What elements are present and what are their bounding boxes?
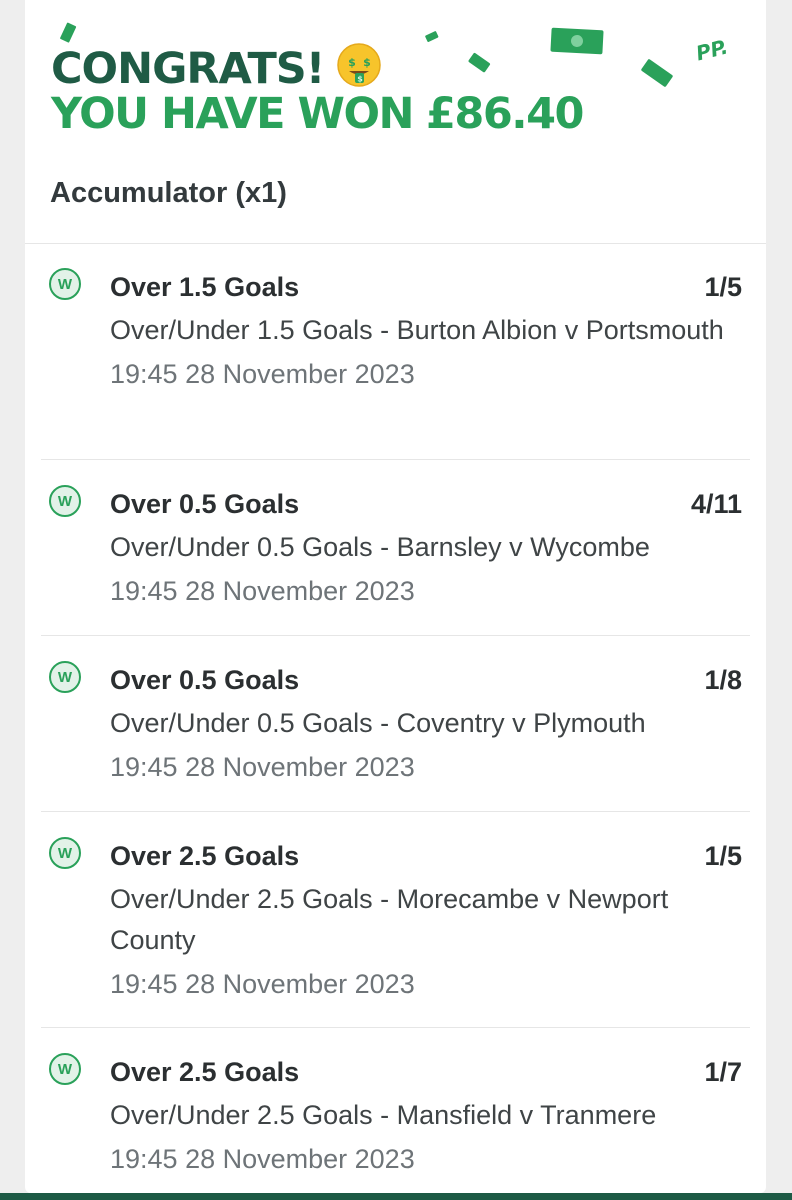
selection-name: Over 2.5 Goals (110, 1057, 300, 1087)
selection-name: Over 2.5 Goals (110, 841, 300, 871)
win-badge-icon: W (49, 1053, 81, 1085)
odds: 1/5 (704, 272, 742, 302)
money-bill-icon (550, 27, 604, 55)
win-badge-icon: W (49, 837, 81, 869)
odds: 1/7 (704, 1057, 742, 1087)
market-description: Over/Under 2.5 Goals - Morecambe v Newpo… (110, 884, 669, 955)
bet-leg[interactable]: W Over 2.5 Goals 1/5 Over/Under 2.5 Goal… (41, 812, 750, 1028)
event-time: 19:45 28 November 2023 (110, 1144, 415, 1174)
win-badge-icon: W (49, 485, 81, 517)
winnings-amount: £86.40 (426, 89, 584, 139)
bet-leg[interactable]: W Over 1.5 Goals 1/5 Over/Under 1.5 Goal… (41, 243, 750, 460)
corner-text: PP. (693, 34, 731, 66)
event-time: 19:45 28 November 2023 (110, 969, 415, 999)
congrats-heading: CONGRATS! $ $ $ (51, 42, 382, 96)
money-bill-icon (468, 52, 491, 73)
money-mouth-face-icon: $ $ $ (336, 42, 382, 96)
money-bill-icon (641, 59, 673, 87)
odds: 1/5 (704, 841, 742, 871)
bet-leg[interactable]: W Over 0.5 Goals 1/8 Over/Under 0.5 Goal… (41, 636, 750, 812)
event-time: 19:45 28 November 2023 (110, 359, 415, 389)
market-description: Over/Under 1.5 Goals - Burton Albion v P… (110, 315, 724, 345)
market-description: Over/Under 2.5 Goals - Mansfield v Tranm… (110, 1100, 657, 1130)
money-bill-icon (60, 22, 77, 43)
win-header: PP. CONGRATS! $ $ $ YOU HAVE WON £86.40 … (25, 0, 766, 244)
odds: 1/8 (704, 665, 742, 695)
svg-text:$: $ (364, 56, 371, 69)
bottom-bar (0, 1193, 792, 1200)
event-time: 19:45 28 November 2023 (110, 752, 415, 782)
money-bill-icon (425, 31, 439, 42)
bet-leg[interactable]: W Over 2.5 Goals 1/7 Over/Under 2.5 Goal… (41, 1028, 750, 1193)
bet-leg[interactable]: W Over 0.5 Goals 4/11 Over/Under 0.5 Goa… (41, 460, 750, 636)
selection-name: Over 1.5 Goals (110, 272, 300, 302)
market-description: Over/Under 0.5 Goals - Coventry v Plymou… (110, 708, 646, 738)
event-time: 19:45 28 November 2023 (110, 576, 415, 606)
market-description: Over/Under 0.5 Goals - Barnsley v Wycomb… (110, 532, 650, 562)
win-badge-icon: W (49, 661, 81, 693)
bet-legs-list: W Over 1.5 Goals 1/5 Over/Under 1.5 Goal… (41, 243, 750, 1193)
bet-result-card: PP. CONGRATS! $ $ $ YOU HAVE WON £86.40 … (25, 0, 766, 1193)
selection-name: Over 0.5 Goals (110, 489, 300, 519)
win-badge-icon: W (49, 268, 81, 300)
selection-name: Over 0.5 Goals (110, 665, 300, 695)
winnings-heading: YOU HAVE WON £86.40 (51, 89, 584, 139)
svg-text:$: $ (349, 56, 356, 69)
odds: 4/11 (690, 489, 742, 519)
bet-type-label: Accumulator (x1) (50, 177, 287, 209)
